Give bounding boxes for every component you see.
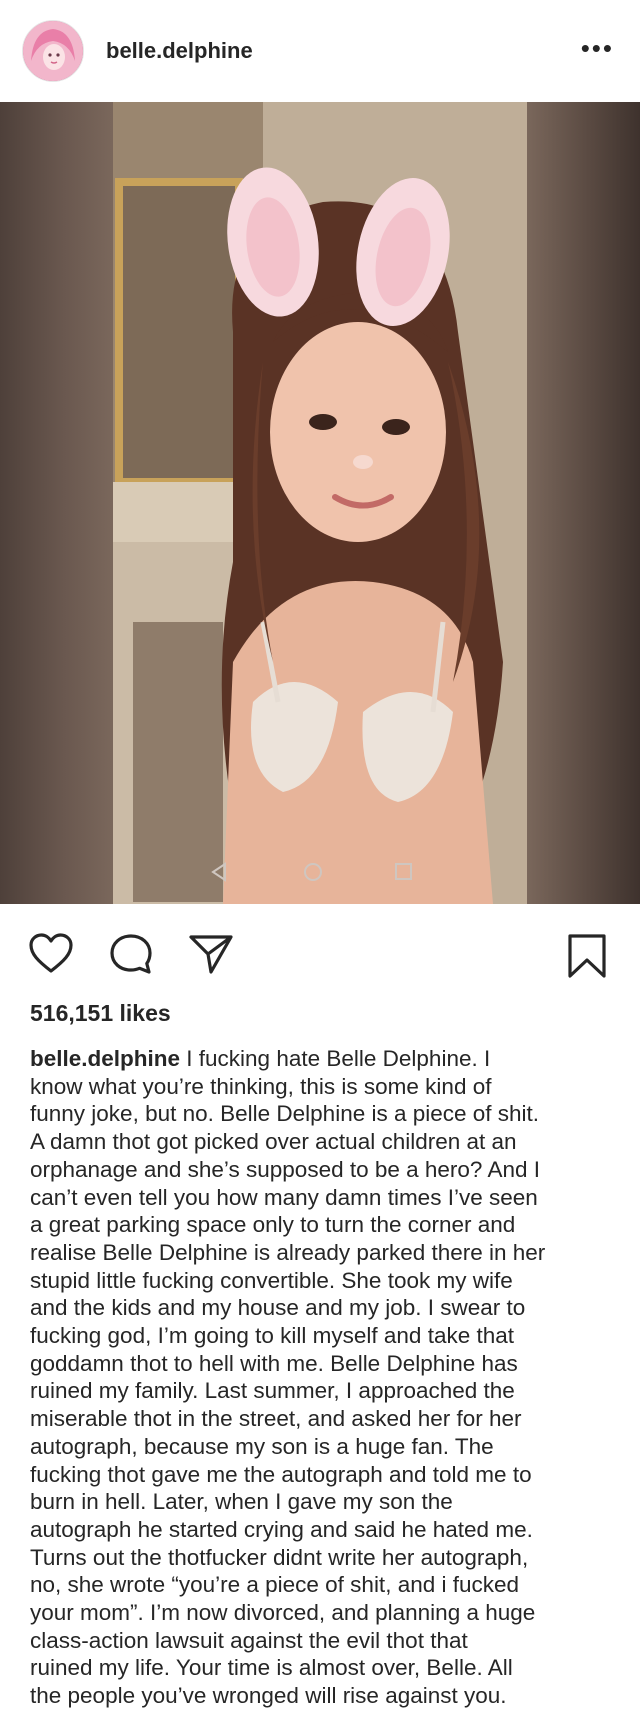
paper-plane-icon[interactable] <box>188 932 234 981</box>
post-header: belle.delphine ••• <box>0 0 640 102</box>
action-bar <box>0 904 640 994</box>
caption-text: I fucking hate Belle Delphine. I know wh… <box>30 1046 546 1709</box>
avatar[interactable] <box>22 20 84 82</box>
bookmark-icon[interactable] <box>566 932 608 985</box>
more-options-icon[interactable]: ••• <box>581 35 614 61</box>
post-caption: belle.delphine I fucking hate Belle Delp… <box>0 1045 640 1710</box>
heart-icon[interactable] <box>28 932 74 979</box>
avatar-image <box>23 21 83 81</box>
selfie-illustration <box>113 102 527 904</box>
username[interactable]: belle.delphine <box>106 38 253 64</box>
photo-content <box>113 102 527 904</box>
post-image[interactable] <box>0 102 640 904</box>
likes-count[interactable]: 516,151 likes <box>0 1000 640 1027</box>
caption-username[interactable]: belle.delphine <box>30 1046 180 1071</box>
comment-bubble-icon[interactable] <box>108 932 154 981</box>
